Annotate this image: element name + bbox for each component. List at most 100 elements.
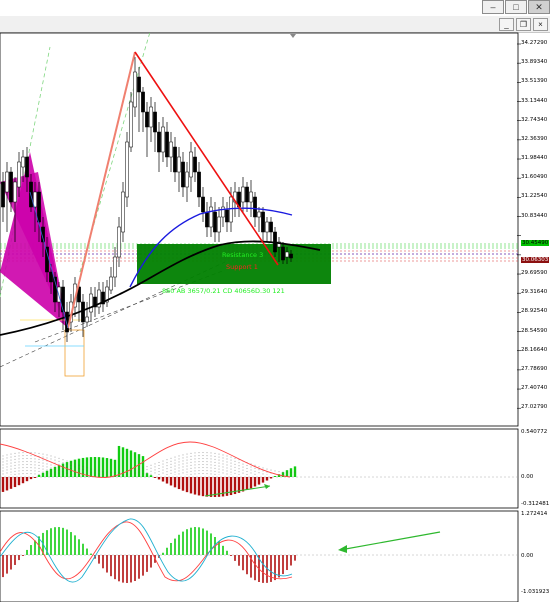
- macd-bar: [157, 477, 161, 480]
- osc-bar: [290, 555, 292, 566]
- macd-bar: [161, 477, 165, 482]
- macd-bar: [173, 477, 177, 488]
- macd-bar: [37, 474, 41, 477]
- candle-body: [25, 156, 29, 178]
- candle-body: [193, 156, 197, 173]
- candle-body: [117, 226, 121, 258]
- macd-bar: [17, 477, 21, 486]
- maximize-button[interactable]: □: [505, 0, 527, 14]
- macd-bar: [165, 477, 169, 484]
- macd-axis-zero: 0.00: [521, 474, 534, 480]
- osc-bar: [2, 555, 4, 578]
- window-title-bar: – □ ✕: [0, 0, 550, 16]
- osc-bar: [26, 549, 28, 555]
- osc-axis-top: 1.272414: [521, 511, 548, 517]
- macd-bar: [197, 477, 201, 496]
- candle-body: [61, 286, 65, 313]
- macd-axis-bottom: -0.312481: [521, 501, 550, 507]
- pattern-stats-label: 860 AB 3657/0.21 CD 40656D.30 121: [162, 287, 285, 295]
- price-axis-tick: 32.36390: [521, 135, 548, 142]
- macd-bar: [113, 459, 117, 477]
- osc-bar: [50, 528, 52, 555]
- macd-bar: [209, 477, 213, 497]
- macd-bar: [185, 477, 189, 493]
- osc-bar: [114, 555, 116, 580]
- osc-bar: [78, 539, 80, 555]
- osc-bar: [210, 533, 212, 555]
- macd-axis-top: 0.540772: [521, 429, 548, 435]
- osc-bar: [10, 555, 12, 570]
- minimize-button[interactable]: –: [482, 0, 504, 14]
- candle-body: [157, 131, 161, 153]
- candle-body: [257, 211, 261, 218]
- candle-body: [125, 141, 129, 198]
- osc-axis-bottom: -1.031923: [521, 589, 550, 595]
- candle-body: [37, 191, 41, 223]
- osc-bar: [6, 555, 8, 574]
- candle-body: [21, 156, 25, 168]
- candle-body: [249, 191, 253, 203]
- close-button[interactable]: ✕: [528, 0, 550, 14]
- osc-bar: [34, 540, 36, 555]
- osc-bar: [18, 555, 20, 561]
- candle-body: [181, 161, 185, 188]
- chart-minimize-button[interactable]: _: [499, 18, 514, 31]
- osc-bar: [102, 555, 104, 569]
- osc-bar: [286, 555, 288, 571]
- candle-body: [137, 76, 141, 93]
- chart-close-button[interactable]: ×: [533, 18, 548, 31]
- candle-body: [49, 271, 53, 283]
- candle-body: [197, 171, 201, 198]
- price-chart-canvas[interactable]: [0, 31, 550, 603]
- macd-bar: [241, 477, 245, 492]
- osc-bar: [134, 555, 136, 582]
- macd-bar: [9, 477, 13, 489]
- window-controls: – □ ✕: [482, 0, 550, 14]
- candle-body: [141, 91, 145, 113]
- osc-bar: [110, 555, 112, 577]
- candle-body: [85, 316, 89, 323]
- macd-bar: [293, 466, 297, 477]
- osc-bar: [130, 555, 132, 583]
- osc-bar: [270, 555, 272, 582]
- osc-bar: [30, 545, 32, 555]
- candle-body: [17, 161, 21, 188]
- chart-restore-button[interactable]: ❐: [516, 18, 531, 31]
- candle-body: [65, 311, 69, 333]
- candle-body: [177, 156, 181, 173]
- candle-body: [221, 206, 225, 218]
- chart-area[interactable]: 34.27290 33.89340 33.51390 33.13440 32.74340…: [0, 31, 550, 603]
- candle-body: [165, 131, 169, 158]
- macd-bar: [285, 470, 289, 477]
- macd-bar: [253, 477, 257, 487]
- candle-body: [89, 293, 93, 313]
- osc-bar: [170, 542, 172, 555]
- osc-bar: [206, 530, 208, 555]
- candle-body: [161, 126, 165, 153]
- macd-bar: [269, 477, 273, 479]
- macd-bar: [265, 477, 269, 481]
- macd-bar: [153, 477, 157, 478]
- macd-bar: [93, 457, 97, 477]
- candle-body: [169, 141, 173, 158]
- osc-bar: [222, 545, 224, 555]
- osc-bar: [174, 538, 176, 555]
- candle-body: [145, 111, 149, 128]
- macd-bar: [149, 475, 153, 477]
- candle-body: [241, 186, 245, 203]
- candle-body: [225, 209, 229, 223]
- osc-bar: [190, 527, 192, 555]
- price-axis-tick: 31.22540: [521, 193, 548, 200]
- candle-body: [281, 246, 285, 261]
- macd-bar: [45, 470, 49, 477]
- macd-bar: [25, 477, 29, 482]
- osc-bar: [98, 555, 100, 564]
- price-axis-tick: 31.60490: [521, 174, 548, 181]
- candle-body: [121, 191, 125, 233]
- macd-bar: [21, 477, 25, 484]
- macd-bar: [125, 448, 129, 477]
- osc-bar: [14, 555, 16, 565]
- osc-bar: [166, 547, 168, 555]
- candle-body: [129, 101, 133, 148]
- price-axis-tick: 29.69590: [521, 270, 548, 277]
